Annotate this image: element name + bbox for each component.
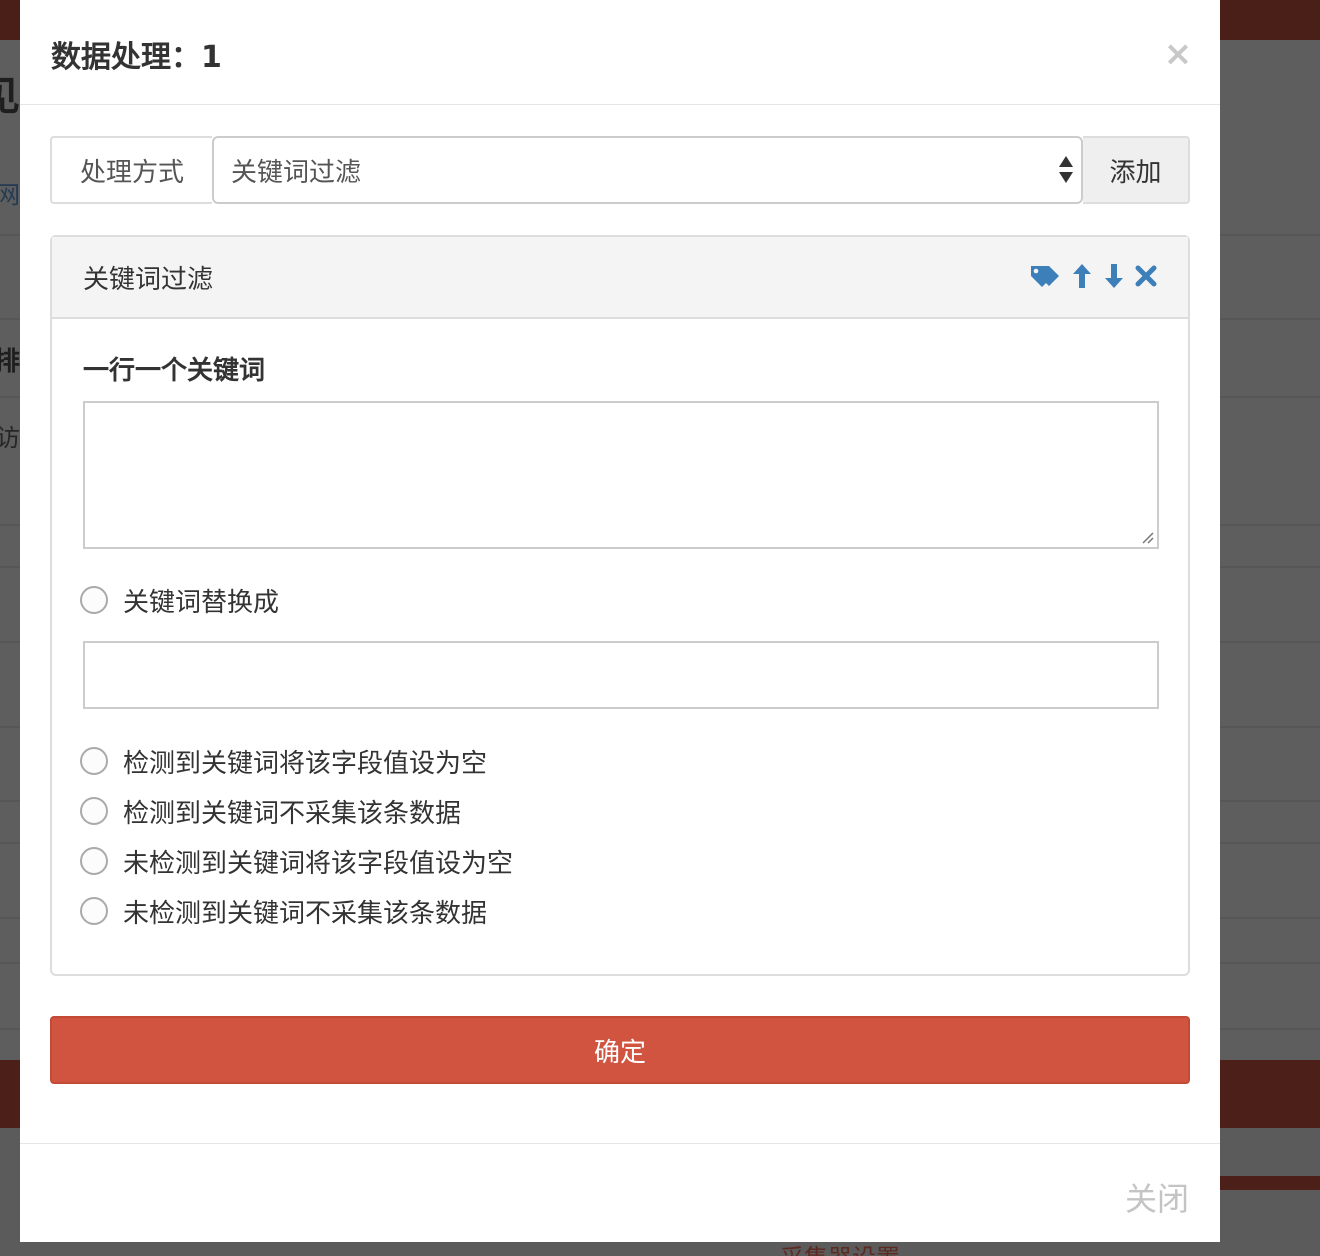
data-processing-modal: 数据处理：1 × 处理方式 关键词过滤 添加 关键词过滤 一行一个关键词 关键词…	[20, 0, 1220, 1242]
method-label: 处理方式	[50, 136, 212, 204]
background-heading-fragment: 见	[0, 72, 20, 122]
add-button[interactable]: 添加	[1083, 136, 1190, 204]
arrow-down-icon[interactable]	[1102, 261, 1126, 291]
replace-input[interactable]	[83, 641, 1159, 709]
background-section-fragment: 数排	[0, 347, 20, 377]
method-select-value: 关键词过滤	[231, 157, 362, 188]
panel-tools	[1030, 261, 1158, 291]
filter-radio-option[interactable]: 未检测到关键词将该字段值设为空	[80, 841, 1159, 881]
modal-footer: 关闭	[20, 1143, 1220, 1242]
panel-body: 一行一个关键词 关键词替换成 检测到关键词将该字段值设为空 检测到关键词不采集该…	[80, 354, 1159, 931]
radio-label: 未检测到关键词将该字段值设为空	[123, 848, 514, 879]
radio-button[interactable]	[80, 897, 108, 925]
replace-radio-option[interactable]: 关键词替换成	[80, 580, 1159, 620]
radio-button[interactable]	[80, 847, 108, 875]
modal-body: 处理方式 关键词过滤 添加 关键词过滤 一行一个关键词 关键词替换成 检测到关键…	[50, 136, 1190, 1084]
background-red-strip	[1220, 1176, 1320, 1190]
close-icon[interactable]: ×	[1158, 34, 1198, 74]
filter-radio-option[interactable]: 未检测到关键词不采集该条数据	[80, 891, 1159, 931]
radio-label: 关键词替换成	[123, 587, 280, 618]
arrow-up-icon[interactable]	[1070, 261, 1094, 291]
modal-header: 数据处理：1 ×	[20, 0, 1220, 105]
radio-label: 检测到关键词不采集该条数据	[123, 798, 462, 829]
remove-icon[interactable]	[1134, 261, 1158, 291]
method-input-group: 处理方式 关键词过滤 添加	[50, 136, 1190, 204]
filter-radio-option[interactable]: 检测到关键词将该字段值设为空	[80, 741, 1159, 781]
confirm-button[interactable]: 确定	[50, 1016, 1190, 1084]
radio-button[interactable]	[80, 747, 108, 775]
panel-heading: 关键词过滤	[52, 237, 1188, 319]
radio-label: 检测到关键词将该字段值设为空	[123, 748, 488, 779]
radio-button[interactable]	[80, 586, 108, 614]
keywords-label: 一行一个关键词	[83, 356, 266, 386]
resize-grip-icon[interactable]	[1140, 530, 1154, 544]
select-arrows-icon	[1059, 156, 1073, 186]
panel-title: 关键词过滤	[83, 265, 214, 295]
radio-button[interactable]	[80, 797, 108, 825]
keywords-textarea[interactable]	[83, 401, 1159, 549]
radio-label: 未检测到关键词不采集该条数据	[123, 898, 488, 929]
modal-title: 数据处理：1	[51, 40, 222, 75]
background-link-fragment: 网	[0, 181, 20, 209]
tag-icon[interactable]	[1030, 261, 1062, 291]
filter-radio-option[interactable]: 检测到关键词不采集该条数据	[80, 791, 1159, 831]
background-text-fragment: 试访	[0, 424, 20, 452]
keyword-filter-panel: 关键词过滤 一行一个关键词 关键词替换成 检测到关键词将该字段值设为空 检测到关…	[50, 235, 1190, 976]
close-button[interactable]: 关闭	[1125, 1174, 1189, 1220]
method-select[interactable]: 关键词过滤	[212, 136, 1083, 204]
